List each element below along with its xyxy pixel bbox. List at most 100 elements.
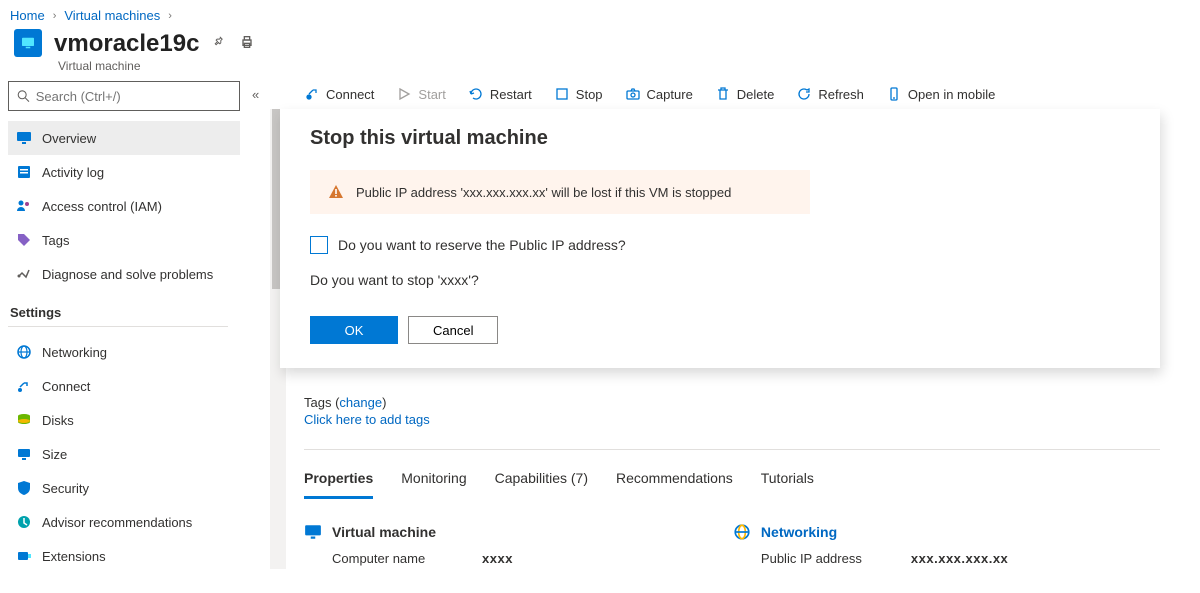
vm-info-column: Virtual machine Computer name xxxx bbox=[304, 523, 513, 566]
nav-label: Security bbox=[42, 481, 89, 496]
nav-label: Overview bbox=[42, 131, 96, 146]
tab-monitoring[interactable]: Monitoring bbox=[401, 464, 466, 499]
networking-info-header[interactable]: Networking bbox=[733, 523, 1008, 541]
vm-icon bbox=[14, 29, 42, 57]
access-control-icon bbox=[16, 198, 32, 214]
reserve-ip-label: Do you want to reserve the Public IP add… bbox=[338, 237, 626, 253]
nav-disks[interactable]: Disks bbox=[8, 403, 240, 437]
public-ip-value: xxx.xxx.xxx.xx bbox=[911, 551, 1008, 566]
monitor-icon bbox=[304, 523, 322, 541]
reserve-ip-checkbox[interactable] bbox=[310, 236, 328, 254]
restart-button[interactable]: Restart bbox=[468, 86, 532, 102]
nav-connect[interactable]: Connect bbox=[8, 369, 240, 403]
tab-tutorials[interactable]: Tutorials bbox=[761, 464, 814, 499]
nav-extensions[interactable]: Extensions bbox=[8, 539, 240, 573]
size-icon bbox=[16, 446, 32, 462]
networking-icon bbox=[16, 344, 32, 360]
breadcrumb-home[interactable]: Home bbox=[10, 8, 45, 23]
security-icon bbox=[16, 480, 32, 496]
nav-label: Tags bbox=[42, 233, 69, 248]
print-icon[interactable] bbox=[239, 34, 255, 53]
breadcrumb-vms[interactable]: Virtual machines bbox=[64, 8, 160, 23]
advisor-icon bbox=[16, 514, 32, 530]
under-content: Tags (change) Click here to add tags Pro… bbox=[304, 395, 1160, 566]
nav-size[interactable]: Size bbox=[8, 437, 240, 471]
search-icon bbox=[17, 89, 30, 103]
tag-icon bbox=[16, 232, 32, 248]
tab-recommendations[interactable]: Recommendations bbox=[616, 464, 733, 499]
capture-button[interactable]: Capture bbox=[625, 86, 693, 102]
dialog-buttons: OK Cancel bbox=[310, 316, 1130, 344]
warning-banner: Public IP address 'xxx.xxx.xxx.xx' will … bbox=[310, 170, 810, 214]
nav-security[interactable]: Security bbox=[8, 471, 240, 505]
warning-text: Public IP address 'xxx.xxx.xxx.xx' will … bbox=[356, 185, 731, 200]
nav-label: Connect bbox=[42, 379, 90, 394]
cancel-button[interactable]: Cancel bbox=[408, 316, 498, 344]
connect-button[interactable]: Connect bbox=[304, 86, 374, 102]
reserve-ip-row: Do you want to reserve the Public IP add… bbox=[310, 236, 1130, 254]
resource-type: Virtual machine bbox=[44, 59, 1200, 73]
monitor-icon bbox=[16, 130, 32, 146]
public-ip-label: Public IP address bbox=[761, 551, 891, 566]
main-content: Connect Start Restart Stop Capture Delet… bbox=[280, 73, 1200, 574]
refresh-button[interactable]: Refresh bbox=[796, 86, 864, 102]
info-header-text: Networking bbox=[761, 524, 837, 540]
collapse-sidebar-icon[interactable]: « bbox=[252, 87, 259, 102]
connect-icon bbox=[16, 378, 32, 394]
nav-overview[interactable]: Overview bbox=[8, 121, 240, 155]
divider bbox=[304, 449, 1160, 450]
pin-button[interactable] bbox=[211, 34, 227, 53]
computer-name-row: Computer name xxxx bbox=[332, 551, 513, 566]
nav-networking[interactable]: Networking bbox=[8, 335, 240, 369]
tags-close: ) bbox=[382, 395, 386, 410]
nav-label: Diagnose and solve problems bbox=[42, 267, 213, 282]
tool-label: Delete bbox=[737, 87, 775, 102]
nav-divider bbox=[8, 326, 228, 327]
add-tags-link[interactable]: Click here to add tags bbox=[304, 412, 1160, 427]
toolbar: Connect Start Restart Stop Capture Delet… bbox=[304, 73, 1200, 113]
computer-name-label: Computer name bbox=[332, 551, 462, 566]
sidebar: « Overview Activity log Access control (… bbox=[0, 73, 280, 574]
nav-label: Extensions bbox=[42, 549, 106, 564]
nav-iam[interactable]: Access control (IAM) bbox=[8, 189, 240, 223]
extensions-icon bbox=[16, 548, 32, 564]
globe-icon bbox=[733, 523, 751, 541]
chevron-right-icon: › bbox=[168, 10, 172, 22]
tool-label: Capture bbox=[647, 87, 693, 102]
warning-icon bbox=[328, 184, 344, 200]
stop-vm-dialog: Stop this virtual machine Public IP addr… bbox=[280, 109, 1160, 368]
tool-label: Stop bbox=[576, 87, 603, 102]
dialog-title: Stop this virtual machine bbox=[310, 127, 1130, 150]
diagnose-icon bbox=[16, 266, 32, 282]
nav-tags[interactable]: Tags bbox=[8, 223, 240, 257]
nav-diagnose[interactable]: Diagnose and solve problems bbox=[8, 257, 240, 291]
nav-label: Disks bbox=[42, 413, 74, 428]
nav-label: Advisor recommendations bbox=[42, 515, 192, 530]
info-columns: Virtual machine Computer name xxxx Netwo… bbox=[304, 523, 1160, 566]
vm-info-header: Virtual machine bbox=[304, 523, 513, 541]
nav-activity-log[interactable]: Activity log bbox=[8, 155, 240, 189]
ok-button[interactable]: OK bbox=[310, 316, 398, 344]
disks-icon bbox=[16, 412, 32, 428]
computer-name-value: xxxx bbox=[482, 551, 513, 566]
tab-capabilities[interactable]: Capabilities (7) bbox=[495, 464, 588, 499]
resource-name: vmoracle19c bbox=[54, 30, 199, 58]
change-tags-link[interactable]: change bbox=[339, 395, 382, 410]
nav-advisor[interactable]: Advisor recommendations bbox=[8, 505, 240, 539]
start-button[interactable]: Start bbox=[396, 86, 445, 102]
public-ip-row: Public IP address xxx.xxx.xxx.xx bbox=[761, 551, 1008, 566]
tool-label: Refresh bbox=[818, 87, 864, 102]
tags-line: Tags (change) bbox=[304, 395, 1160, 410]
nav-section-settings: Settings bbox=[10, 305, 272, 320]
tool-label: Connect bbox=[326, 87, 374, 102]
nav-label: Networking bbox=[42, 345, 107, 360]
tab-properties[interactable]: Properties bbox=[304, 464, 373, 499]
delete-button[interactable]: Delete bbox=[715, 86, 775, 102]
search-input[interactable] bbox=[36, 89, 231, 104]
stop-button[interactable]: Stop bbox=[554, 86, 603, 102]
tool-label: Open in mobile bbox=[908, 87, 995, 102]
nav-label: Activity log bbox=[42, 165, 104, 180]
nav-label: Access control (IAM) bbox=[42, 199, 162, 214]
open-mobile-button[interactable]: Open in mobile bbox=[886, 86, 995, 102]
search-input-wrapper[interactable] bbox=[8, 81, 240, 111]
